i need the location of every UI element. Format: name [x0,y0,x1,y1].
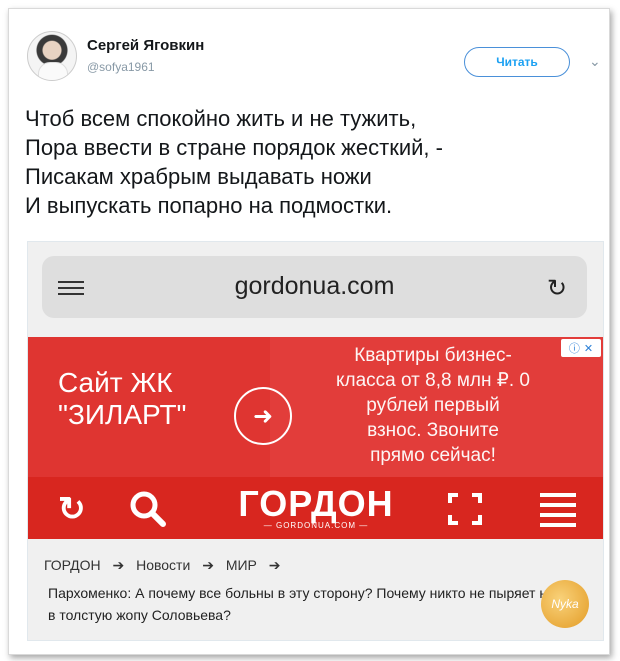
tweet-text: Чтоб всем спокойно жить и не тужить, Пор… [25,104,605,220]
arrow-right-icon[interactable]: ➜ [234,387,292,445]
ad-text-line: класса от 8,8 млн ₽. 0 [336,370,530,391]
browser-url-bar[interactable]: gordonua.com ↻ [42,256,587,318]
breadcrumb-separator: ➔ [112,557,125,573]
tweet-line: Чтоб всем спокойно жить и не тужить, [25,106,417,131]
tweet-line: Пора ввести в стране порядок жесткий, - [25,135,443,160]
site-navbar: ↻ ГОРДОН — GORDONUA.COM — [28,477,603,539]
ad-text-line: рублей первый [366,395,500,416]
breadcrumb-separator: ➔ [202,557,214,573]
fullscreen-icon[interactable] [448,493,482,525]
close-icon[interactable]: ✕ [584,342,593,355]
search-icon[interactable] [126,487,170,531]
watermark-logo: Nyka [541,580,589,628]
chevron-down-icon[interactable]: ⌄ [589,53,601,70]
breadcrumb-item[interactable]: Новости [136,557,190,573]
article-headline[interactable]: Пархоменко: А почему все больны в эту ст… [48,582,588,626]
info-icon[interactable]: ⓘ [569,340,580,356]
author-avatar[interactable] [27,31,77,81]
follow-button[interactable]: Читать [464,47,570,77]
ad-text-line: прямо сейчас! [370,445,496,466]
attached-screenshot[interactable]: gordonua.com ↻ Сайт ЖК "ЗИЛАРТ" ➜ Кварти… [27,241,604,641]
ad-text-line: Квартиры бизнес- [354,345,512,366]
reload-icon[interactable]: ↻ [547,274,567,303]
ad-choices[interactable]: ⓘ ✕ [561,339,601,357]
breadcrumb: ГОРДОН ➔ Новости ➔ МИР ➔ [44,557,289,574]
site-logo-subtitle: — GORDONUA.COM — [263,521,369,530]
breadcrumb-separator: ➔ [268,557,281,573]
ad-text-line: взнос. Звоните [367,420,499,441]
author-name[interactable]: Сергей Яговкин [87,37,204,54]
ad-title: Сайт ЖК "ЗИЛАРТ" [58,367,187,431]
url-text[interactable]: gordonua.com [42,272,587,301]
tweet-line: Писакам храбрым выдавать ножи [25,164,372,189]
hamburger-menu-icon[interactable] [540,493,576,533]
refresh-icon[interactable]: ↻ [58,489,86,528]
ad-title-line: Сайт ЖК [58,367,173,398]
breadcrumb-item[interactable]: ГОРДОН [44,557,101,573]
site-logo[interactable]: ГОРДОН [216,483,416,525]
author-handle[interactable]: @sofya1961 [87,60,155,74]
ad-banner[interactable]: Сайт ЖК "ЗИЛАРТ" ➜ Квартиры бизнес- клас… [28,337,603,477]
tweet-card: Сергей Яговкин @sofya1961 Читать ⌄ Чтоб … [8,8,610,655]
tweet-line: И выпускать попарно на подмостки. [25,193,393,218]
ad-text: Квартиры бизнес- класса от 8,8 млн ₽. 0 … [313,343,553,468]
ad-title-line: "ЗИЛАРТ" [58,399,187,430]
breadcrumb-item[interactable]: МИР [226,557,257,573]
